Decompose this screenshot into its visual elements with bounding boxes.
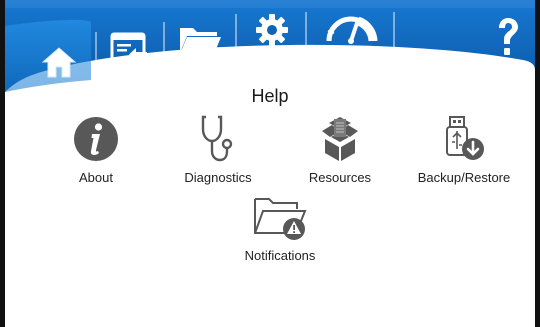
question-icon [499, 18, 518, 55]
toolbar-separator [305, 12, 307, 52]
notifications-label: Notifications [244, 248, 316, 263]
left-bezel [0, 0, 5, 327]
diagnostics-label: Diagnostics [184, 170, 252, 185]
home-button[interactable] [35, 40, 83, 84]
about-item[interactable]: About [36, 114, 156, 185]
folder-alert-icon [254, 198, 307, 240]
resources-item[interactable]: Resources [280, 114, 400, 185]
folder-button[interactable] [173, 18, 227, 62]
settings-button[interactable] [247, 8, 297, 52]
toolbar-separator [163, 22, 165, 66]
resources-label: Resources [308, 170, 372, 185]
gauge-icon [326, 16, 378, 44]
diagnostics-item[interactable]: Diagnostics [158, 114, 278, 185]
toolbar-separator [235, 14, 237, 58]
backup-restore-label: Backup/Restore [417, 170, 511, 185]
about-label: About [79, 170, 113, 185]
backup-restore-item[interactable]: Backup/Restore [404, 114, 524, 185]
usb-download-icon [446, 116, 484, 160]
gear-icon [256, 14, 288, 46]
toolbar-separator [393, 12, 395, 52]
stethoscope-icon [201, 115, 233, 162]
page-title: Help [251, 86, 289, 106]
screen-return-button[interactable] [103, 26, 155, 70]
gauge-button[interactable] [321, 6, 381, 50]
top-toolbar [5, 0, 535, 96]
info-icon [74, 117, 118, 161]
home-icon [41, 47, 77, 78]
toolbar-separator [95, 32, 97, 76]
help-button[interactable] [485, 14, 529, 60]
screen-return-icon [110, 32, 147, 62]
right-bezel [535, 0, 540, 327]
help-screen: Help About Diagnostics Resources Backup/… [0, 0, 540, 327]
boxes-icon [322, 117, 358, 161]
notifications-item[interactable]: Notifications [220, 192, 340, 263]
folder-icon [180, 28, 221, 54]
